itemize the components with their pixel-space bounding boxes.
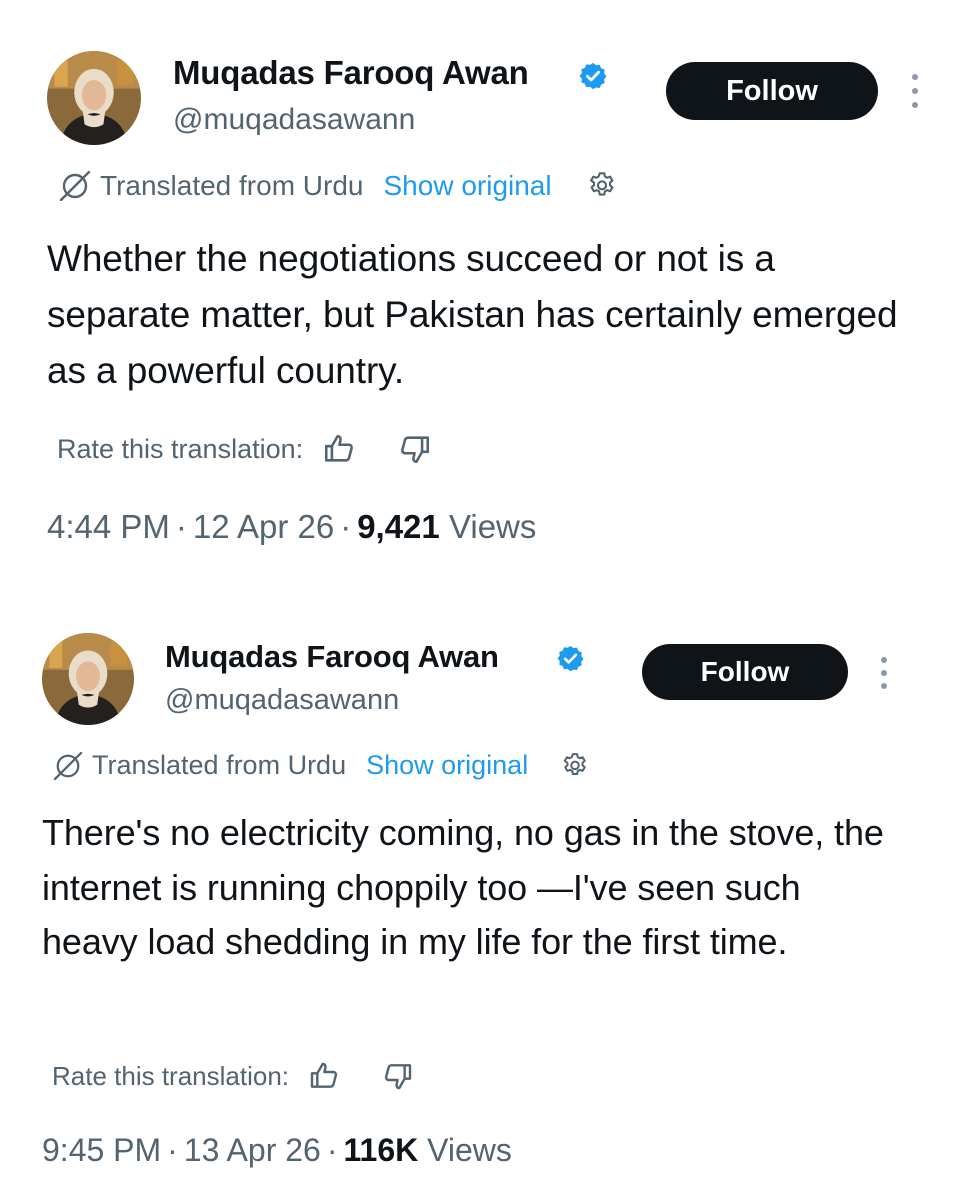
more-vertical-icon[interactable] — [910, 74, 920, 108]
translation-bar: Translated from Urdu Show original — [52, 750, 590, 781]
thumbs-up-icon[interactable] — [321, 432, 357, 466]
rate-label: Rate this translation: — [57, 433, 304, 464]
rate-translation-bar: Rate this translation: — [52, 1060, 415, 1092]
post-meta: 9:45 PM · 13 Apr 26 · 116K Views — [42, 1132, 512, 1168]
verified-badge-icon — [556, 644, 585, 673]
post-time[interactable]: 9:45 PM — [42, 1132, 161, 1168]
author-handle[interactable]: @muqadasawann — [173, 103, 415, 137]
post-1: Muqadas Farooq Awan @muqadasawann Follow… — [0, 0, 973, 600]
post-text: Whether the negotiations succeed or not … — [47, 238, 898, 392]
views-count: 9,421 — [357, 508, 440, 545]
post-2: Muqadas Farooq Awan @muqadasawann Follow… — [0, 600, 973, 1200]
author-name[interactable]: Muqadas Farooq Awan — [173, 54, 529, 92]
thumbs-down-icon[interactable] — [397, 432, 433, 466]
post-date[interactable]: 13 Apr 26 — [184, 1132, 321, 1168]
rate-translation-bar: Rate this translation: — [57, 432, 433, 466]
translation-label: Translated from Urdu — [100, 170, 364, 201]
post-time[interactable]: 4:44 PM — [47, 508, 170, 545]
post-date[interactable]: 12 Apr 26 — [193, 508, 334, 545]
translation-bar: Translated from Urdu Show original — [58, 170, 618, 202]
translate-icon — [52, 751, 84, 780]
translation-label: Translated from Urdu — [92, 750, 347, 780]
more-vertical-icon[interactable] — [879, 657, 889, 689]
follow-button[interactable]: Follow — [642, 644, 848, 700]
avatar-image — [47, 51, 141, 145]
thumbs-down-icon[interactable] — [381, 1060, 415, 1092]
author-handle[interactable]: @muqadasawann — [165, 684, 399, 717]
verified-badge-icon — [578, 61, 608, 91]
avatar[interactable] — [42, 633, 134, 725]
author-name[interactable]: Muqadas Farooq Awan — [165, 639, 499, 675]
avatar-image — [42, 633, 134, 725]
gear-icon[interactable] — [560, 751, 590, 781]
post-text: There's no electricity coming, no gas in… — [42, 812, 884, 963]
views-count: 116K — [343, 1132, 419, 1168]
post-meta: 4:44 PM · 12 Apr 26 · 9,421 Views — [47, 508, 537, 545]
views-label: Views — [427, 1132, 512, 1168]
rate-label: Rate this translation: — [52, 1060, 290, 1091]
show-original-link[interactable]: Show original — [384, 170, 552, 202]
screenshot: Muqadas Farooq Awan @muqadasawann Follow… — [0, 0, 973, 1200]
show-original-link[interactable]: Show original — [366, 750, 528, 781]
thumbs-up-icon[interactable] — [307, 1060, 341, 1092]
avatar[interactable] — [47, 51, 141, 145]
gear-icon[interactable] — [586, 170, 618, 202]
views-label: Views — [448, 508, 537, 545]
translate-icon — [58, 171, 92, 201]
follow-button[interactable]: Follow — [666, 62, 878, 120]
